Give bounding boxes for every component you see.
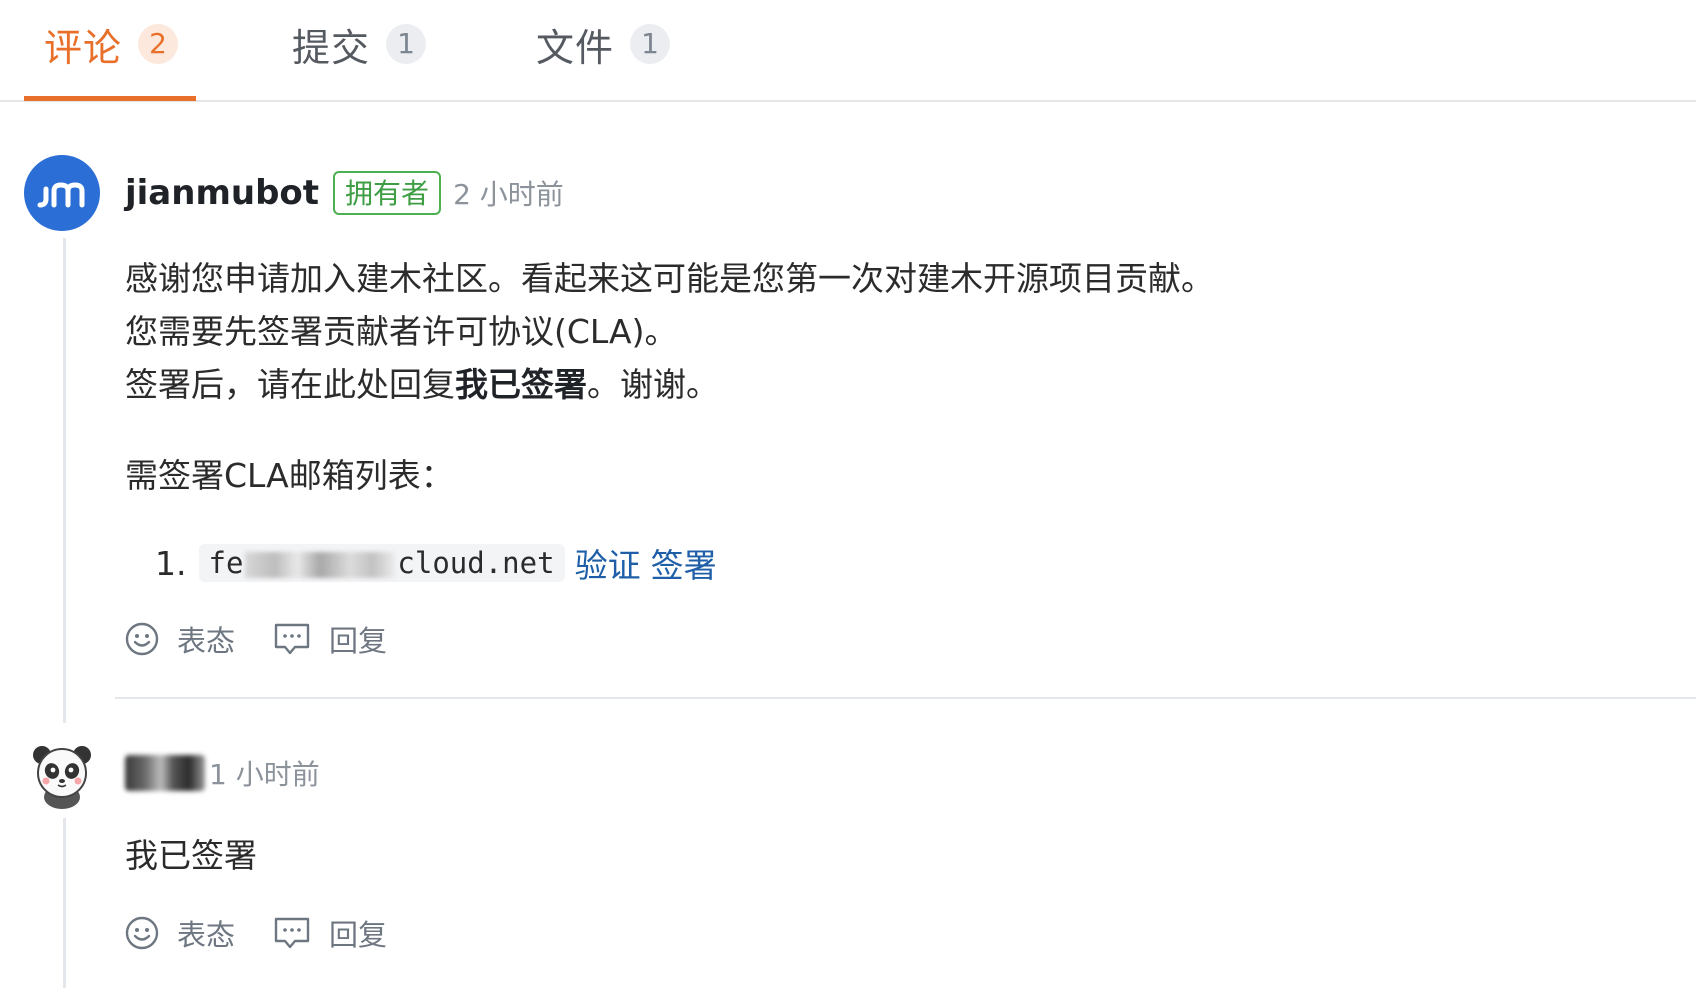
smiley-icon	[125, 622, 159, 656]
comment-body: 感谢您申请加入建木社区。看起来这可能是您第一次对建木开源项目贡献。 您需要先签署…	[125, 252, 1214, 411]
redacted-author-name[interactable]	[125, 755, 205, 791]
comment-line: 签署后，请在此处回复我已签署。谢谢。	[125, 358, 1214, 411]
comment-actions: 表态 回复	[125, 617, 387, 661]
smiley-icon	[125, 916, 159, 950]
panda-avatar-icon	[33, 746, 91, 809]
list-title-text: 需签署CLA邮箱列表：	[125, 456, 454, 495]
tab-files-label: 文件	[536, 25, 615, 70]
active-tab-indicator	[24, 96, 196, 101]
react-label: 表态	[177, 918, 236, 952]
jianmubot-avatar[interactable]	[24, 155, 100, 231]
tab-files-count: 1	[630, 24, 671, 64]
comment-time: 2 小时前	[453, 178, 564, 211]
comment-divider	[115, 697, 1696, 699]
comment-time: 1 小时前	[209, 758, 320, 791]
user-avatar[interactable]	[24, 735, 100, 811]
email-prefix: fe	[208, 546, 244, 580]
email-list-item: 1. fe cloud.net 验证 签署	[155, 538, 717, 588]
comment-text: 签署后，请在此处回复	[125, 365, 455, 404]
reply-button[interactable]: 回复	[273, 618, 387, 660]
list-index: 1.	[155, 543, 187, 583]
tab-commits[interactable]: 提交 1	[292, 14, 427, 74]
react-label: 表态	[177, 624, 236, 658]
email-suffix: cloud.net	[397, 546, 555, 580]
timeline-line	[63, 818, 66, 988]
comment-line: 您需要先签署贡献者许可协议(CLA)。	[125, 312, 678, 351]
comment-header: jianmubot 拥有者 2 小时前	[125, 168, 564, 218]
reply-label: 回复	[329, 918, 388, 952]
timeline-line	[63, 238, 66, 723]
tab-comments-label: 评论	[44, 25, 123, 70]
comment-line: 我已签署	[125, 836, 257, 875]
sign-link[interactable]: 签署	[651, 539, 717, 587]
email-address: fe cloud.net	[198, 544, 565, 582]
jianmu-logo-icon	[37, 182, 85, 208]
email-list-title: 需签署CLA邮箱列表：	[125, 449, 454, 502]
react-button[interactable]: 表态	[125, 912, 235, 954]
owner-badge: 拥有者	[333, 171, 442, 215]
tab-files[interactable]: 文件 1	[536, 14, 671, 74]
tab-bar: 评论 2 提交 1 文件 1	[0, 0, 1696, 102]
react-button[interactable]: 表态	[125, 618, 235, 660]
reply-button[interactable]: 回复	[273, 912, 387, 954]
verify-link[interactable]: 验证	[575, 539, 641, 587]
comment-text: 。谢谢。	[587, 365, 719, 404]
comment-bubble-icon	[274, 917, 310, 949]
tab-commits-count: 1	[386, 24, 427, 64]
comment-body: 我已签署	[125, 829, 257, 882]
comment-header: 1 小时前	[125, 748, 320, 798]
reply-label: 回复	[329, 624, 388, 658]
comment-author[interactable]: jianmubot	[125, 173, 319, 213]
tab-comments-count: 2	[138, 24, 179, 64]
redacted-blur	[245, 552, 396, 578]
comment-actions: 表态 回复	[125, 911, 387, 955]
comment-bold-text: 我已签署	[455, 365, 587, 404]
tab-comments[interactable]: 评论 2	[44, 14, 179, 74]
comment-line: 感谢您申请加入建木社区。看起来这可能是您第一次对建木开源项目贡献。	[125, 259, 1214, 298]
comment-bubble-icon	[274, 623, 310, 655]
tab-commits-label: 提交	[292, 25, 371, 70]
